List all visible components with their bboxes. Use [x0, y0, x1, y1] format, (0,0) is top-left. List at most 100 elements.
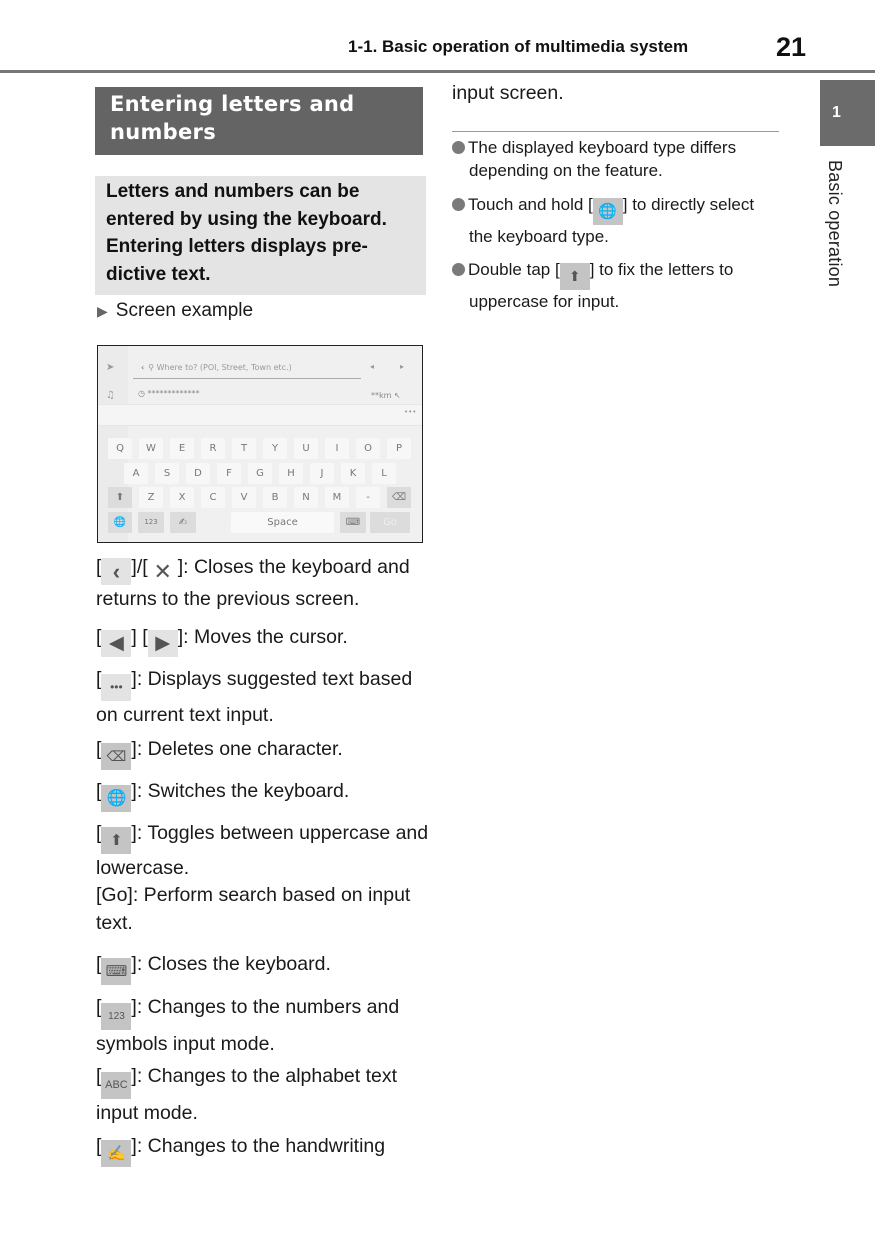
- description-back-close: [‹]/[✕]: Closes the keyboard and returns…: [96, 556, 410, 610]
- note-text: ] to directly select: [622, 195, 755, 214]
- cursor-right-icon[interactable]: ▸: [400, 362, 404, 371]
- music-icon: ♫: [106, 390, 115, 401]
- key-b[interactable]: B: [263, 487, 287, 508]
- distance: **km ↖: [371, 391, 401, 400]
- description-text: : Changes to the handwriting: [136, 1135, 386, 1157]
- keyboard-row-4: 🌐 123 ✍ Space ⌨ Go: [98, 512, 422, 534]
- key-w[interactable]: W: [139, 438, 163, 459]
- key-n[interactable]: N: [294, 487, 318, 508]
- description-text: : Moves the cursor.: [183, 626, 348, 648]
- numbers-icon: 123: [101, 1003, 132, 1030]
- note-touch-hold: Touch and hold [🌐] to directly select th…: [452, 193, 792, 248]
- keyboard-row-2: ASDFGHJKL: [98, 463, 422, 485]
- suggestion-bar: [98, 404, 422, 426]
- backspace-icon: ⌫: [101, 743, 132, 770]
- key-y[interactable]: Y: [263, 438, 287, 459]
- key-shift[interactable]: ⬆: [108, 487, 132, 508]
- handwriting-icon: ✍: [101, 1140, 132, 1167]
- note-text: ] to fix the letters to: [589, 260, 734, 279]
- navigation-arrow-icon: ➤: [106, 362, 115, 373]
- keyboard-hide-key[interactable]: ⌨: [340, 512, 366, 533]
- key-p[interactable]: P: [387, 438, 411, 459]
- back-icon: ‹: [101, 558, 132, 585]
- description-text: : Toggles between uppercase and lowercas…: [96, 822, 429, 879]
- key-k[interactable]: K: [341, 463, 365, 484]
- key-s[interactable]: S: [155, 463, 179, 484]
- chapter-tab[interactable]: 1: [820, 80, 875, 146]
- header-section-title: 1-1. Basic operation of multimedia syste…: [348, 37, 689, 56]
- description-shift: [⬆]: Toggles between uppercase and lower…: [96, 822, 429, 879]
- description-more: [•••]: Displays suggested text based on …: [96, 668, 413, 726]
- description-text: : Closes the keyboard and returns to the…: [96, 556, 410, 610]
- description-cursor: [◀] [▶]: Moves the cursor.: [96, 623, 431, 657]
- note-text: The displayed keyboard type differs: [468, 138, 737, 157]
- chapter-number: 1: [832, 104, 841, 121]
- globe-icon: 🌐: [592, 198, 623, 225]
- description-handwriting: [✍]: Changes to the handwriting: [96, 1132, 431, 1167]
- bullet-icon: [452, 263, 465, 276]
- key-r[interactable]: R: [201, 438, 225, 459]
- direction-arrow-icon: ↖: [393, 391, 401, 400]
- keyboard-hide-icon: ⌨: [101, 958, 132, 985]
- key-i[interactable]: I: [325, 438, 349, 459]
- key-dash[interactable]: -: [356, 487, 380, 508]
- key-q[interactable]: Q: [108, 438, 132, 459]
- key-h[interactable]: H: [279, 463, 303, 484]
- description-text: : Deletes one character.: [136, 738, 343, 760]
- description-globe: [🌐]: Switches the keyboard.: [96, 777, 431, 812]
- key-backspace[interactable]: ⌫: [387, 487, 411, 508]
- key-m[interactable]: M: [325, 487, 349, 508]
- note-text: depending on the feature.: [469, 161, 663, 180]
- note-text: Double tap [: [468, 260, 560, 279]
- key-d[interactable]: D: [186, 463, 210, 484]
- intro-box: Letters and numbers can be entered by us…: [95, 176, 426, 295]
- description-text: : Displays suggested text based on curre…: [96, 668, 413, 726]
- key-v[interactable]: V: [232, 487, 256, 508]
- page-number: 21: [776, 32, 807, 62]
- close-icon: ✕: [153, 559, 172, 584]
- description-text: : Switches the keyboard.: [136, 780, 350, 802]
- bullet-icon: [452, 198, 465, 211]
- search-input[interactable]: ‹ ⚲ Where to? (POI, Street, Town etc.): [133, 358, 361, 379]
- description-text: : Changes to the numbers and symbols inp…: [96, 996, 400, 1055]
- notes-divider: [452, 131, 779, 132]
- go-key[interactable]: Go: [370, 512, 410, 533]
- globe-key[interactable]: 🌐: [108, 512, 132, 533]
- continuation-text: input screen.: [452, 82, 564, 104]
- screen-example-image: ➤ ♫ ‹ ⚲ Where to? (POI, Street, Town etc.…: [97, 345, 423, 543]
- keyboard-row-1: QWERTYUIOP: [98, 438, 422, 460]
- description-text: : Closes the keyboard.: [136, 953, 331, 975]
- bullet-icon: [452, 141, 465, 154]
- key-t[interactable]: T: [232, 438, 256, 459]
- key-l[interactable]: L: [372, 463, 396, 484]
- key-o[interactable]: O: [356, 438, 380, 459]
- key-g[interactable]: G: [248, 463, 272, 484]
- key-z[interactable]: Z: [139, 487, 163, 508]
- note-keyboard-type: The displayed keyboard type differs depe…: [452, 136, 792, 182]
- description-text: : Changes to the alphabet text input mod…: [96, 1065, 398, 1124]
- key-f[interactable]: F: [217, 463, 241, 484]
- back-icon[interactable]: ‹: [141, 363, 144, 372]
- screen-example-heading: ▶ Screen example: [97, 300, 253, 322]
- cursor-left-icon[interactable]: ◂: [370, 362, 374, 371]
- abc-icon: ABC: [101, 1072, 132, 1099]
- key-e[interactable]: E: [170, 438, 194, 459]
- numbers-key[interactable]: 123: [138, 512, 164, 533]
- history-entry[interactable]: ◷ *************: [138, 389, 200, 398]
- description-keyboard-hide: [⌨]: Closes the keyboard.: [96, 950, 431, 985]
- description-numbers: [123]: Changes to the numbers and symbol…: [96, 996, 400, 1055]
- more-icon[interactable]: •••: [404, 408, 416, 416]
- handwriting-key[interactable]: ✍: [170, 512, 196, 533]
- key-u[interactable]: U: [294, 438, 318, 459]
- key-c[interactable]: C: [201, 487, 225, 508]
- note-text: uppercase for input.: [469, 292, 620, 311]
- key-j[interactable]: J: [310, 463, 334, 484]
- triangle-bullet-icon: ▶: [97, 303, 108, 319]
- search-icon: ⚲: [148, 363, 157, 372]
- screen-example-label: Screen example: [115, 300, 254, 321]
- space-key[interactable]: Space: [231, 512, 334, 533]
- cursor-right-icon: ▶: [147, 630, 178, 657]
- key-a[interactable]: A: [124, 463, 148, 484]
- key-x[interactable]: X: [170, 487, 194, 508]
- description-backspace: [⌫]: Deletes one character.: [96, 735, 431, 770]
